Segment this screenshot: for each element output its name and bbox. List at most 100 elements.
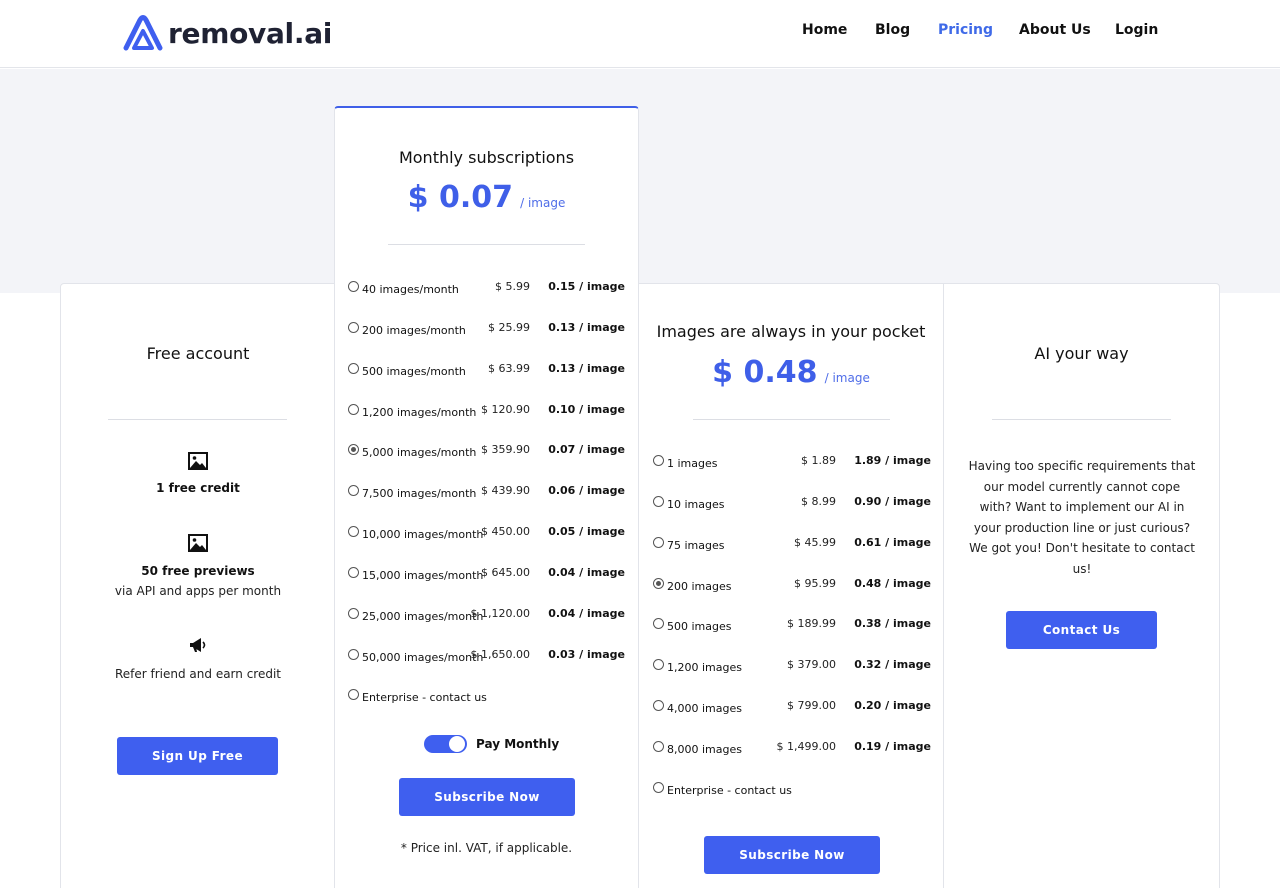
monthly-plan-option[interactable]: 5,000 images/month $ 359.90 0.07 / image [335,443,638,468]
radio-button[interactable] [653,740,664,752]
monthly-plan-option[interactable]: 15,000 images/month $ 645.00 0.04 / image [335,565,638,591]
radio-button[interactable] [348,444,359,456]
plan-price: $ 120.90 [481,402,530,416]
monthly-subscribe-button[interactable]: Subscribe Now [399,778,575,816]
radio-button[interactable] [653,455,664,466]
payg-plan-option[interactable]: 8,000 images $ 1,499.00 0.19 / image [638,739,944,765]
payg-plan-option[interactable]: 75 images $ 45.99 0.61 / image [638,535,944,561]
nav-about-us[interactable]: About Us [1019,22,1091,38]
ai-your-way-card: AI your way Having too specific requirem… [943,283,1220,888]
hero-band [0,69,1280,293]
radio-button[interactable] [653,618,664,630]
radio-button[interactable] [348,362,359,374]
payg-plan-option[interactable]: 1,200 images $ 379.00 0.32 / image [638,658,944,683]
plan-unit-price: 0.10 / image [548,402,625,416]
radio-button[interactable] [653,659,664,671]
radio-button[interactable] [653,782,664,793]
plan-price: $ 379.00 [787,658,836,672]
radio-button[interactable] [348,321,359,333]
payg-subscribe-button[interactable]: Subscribe Now [704,836,880,874]
radio-button[interactable] [348,281,359,292]
monthly-plan-option[interactable]: 25,000 images/month $ 1,120.00 0.04 / imag… [335,606,638,632]
plan-price: $ 1.89 [801,454,836,467]
free-credit-text: 1 free credit [156,481,240,495]
feature3-icon-wrap [61,636,335,654]
nav-blog[interactable]: Blog [875,22,910,38]
radio-button[interactable] [348,566,359,578]
radio-button[interactable] [348,648,359,660]
vat-note: * Price inl. VAT, if applicable. [400,841,573,855]
plan-unit-price: 0.05 / image [548,525,625,539]
plan-name: 1 images [667,457,718,470]
plan-name: 500 images [667,620,732,634]
plan-unit-price: 0.19 / image [854,739,931,753]
radio-button[interactable] [653,700,664,712]
plan-unit-price: 0.06 / image [548,484,625,498]
radio-button[interactable] [348,403,359,415]
plan-unit-price: 0.61 / image [854,535,931,549]
plan-price: $ 25.99 [488,320,530,334]
radio-button[interactable] [348,526,359,538]
plan-price: $ 450.00 [481,525,530,539]
monthly-plan-option[interactable]: 7,500 images/month $ 439.90 0.06 / image [335,484,638,509]
plan-price: $ 645.00 [481,565,530,579]
plan-name: 1,200 images/month [362,405,477,419]
plan-name: 200 images [667,579,732,593]
monthly-plan-option[interactable]: 10,000 images/month $ 450.00 0.05 / image [335,525,638,550]
radio-button[interactable] [348,607,359,619]
plan-price: $ 95.99 [794,576,836,590]
monthly-plan-option[interactable]: 50,000 images/month $ 1,650.00 0.03 / imag… [335,647,638,673]
monthly-plan-option[interactable]: 1,200 images/month $ 120.90 0.10 / image [335,402,638,428]
radio-button[interactable] [653,495,664,507]
payg-price-unit: / image [824,371,870,385]
radio-button[interactable] [348,485,359,497]
plan-unit-price: 0.15 / image [548,280,625,293]
pay-monthly-label: Pay Monthly [476,737,560,751]
plan-price: $ 63.99 [488,361,530,375]
free-previews-subtext: via API and apps per month [114,584,282,598]
monthly-enterprise-option[interactable]: Enterprise - contact us [335,689,638,713]
plan-price: $ 189.99 [787,617,836,631]
payg-plan-option[interactable]: 200 images $ 95.99 0.48 / image [638,576,944,602]
monthly-price-unit: / image [520,196,566,210]
payg-plan-option[interactable]: 500 images $ 189.99 0.38 / image [638,617,944,642]
radio-button[interactable] [653,577,664,589]
plan-price: $ 1,650.00 [470,647,530,661]
sign-up-free-button[interactable]: Sign Up Free [117,737,278,775]
plan-unit-price: 0.13 / image [548,320,625,334]
monthly-price-display: $ 0.07 / image [335,180,638,215]
radio-button[interactable] [348,689,359,700]
image-icon [188,452,208,470]
payg-plan-option[interactable]: 4,000 images $ 799.00 0.20 / image [638,699,944,724]
pay-monthly-toggle[interactable] [424,735,467,753]
payg-enterprise-option[interactable]: Enterprise - contact us [638,782,944,806]
ai-card-divider [992,419,1171,420]
plan-unit-price: 0.04 / image [548,606,625,620]
feature1-icon-wrap [61,452,335,470]
plan-unit-price: 0.13 / image [548,361,625,375]
ai-description: Having too specific requirements that ou… [968,459,1196,576]
ai-card-title: AI your way [1034,344,1129,363]
monthly-price-amount: $ 0.07 [407,180,513,215]
plan-name: 50,000 images/month [362,650,484,664]
payg-plan-option[interactable]: 10 images $ 8.99 0.90 / image [638,495,944,520]
monthly-plan-option[interactable]: 40 images/month $ 5.99 0.15 / image [335,280,638,305]
plan-unit-price: 0.03 / image [548,647,625,661]
plan-price: $ 799.00 [787,699,836,713]
payg-card-title: Images are always in your pocket [656,322,926,341]
nav-login[interactable]: Login [1115,22,1158,38]
monthly-plan-option[interactable]: 200 images/month $ 25.99 0.13 / image [335,320,638,346]
nav-pricing[interactable]: Pricing [938,22,993,38]
payg-plan-option[interactable]: 1 images $ 1.89 1.89 / image [638,454,944,479]
main-nav: Home Blog Pricing About Us Login [0,22,1280,44]
plan-unit-price: 0.04 / image [548,565,625,579]
monthly-plan-option[interactable]: 500 images/month $ 63.99 0.13 / image [335,361,638,387]
payg-card-divider [693,419,890,420]
toggle-knob [449,736,465,752]
radio-button[interactable] [653,536,664,548]
plan-name: Enterprise - contact us [362,691,487,704]
contact-us-button[interactable]: Contact Us [1006,611,1157,649]
feature2-icon-wrap [61,534,335,552]
nav-home[interactable]: Home [802,22,847,38]
plan-name: 200 images/month [362,323,466,337]
